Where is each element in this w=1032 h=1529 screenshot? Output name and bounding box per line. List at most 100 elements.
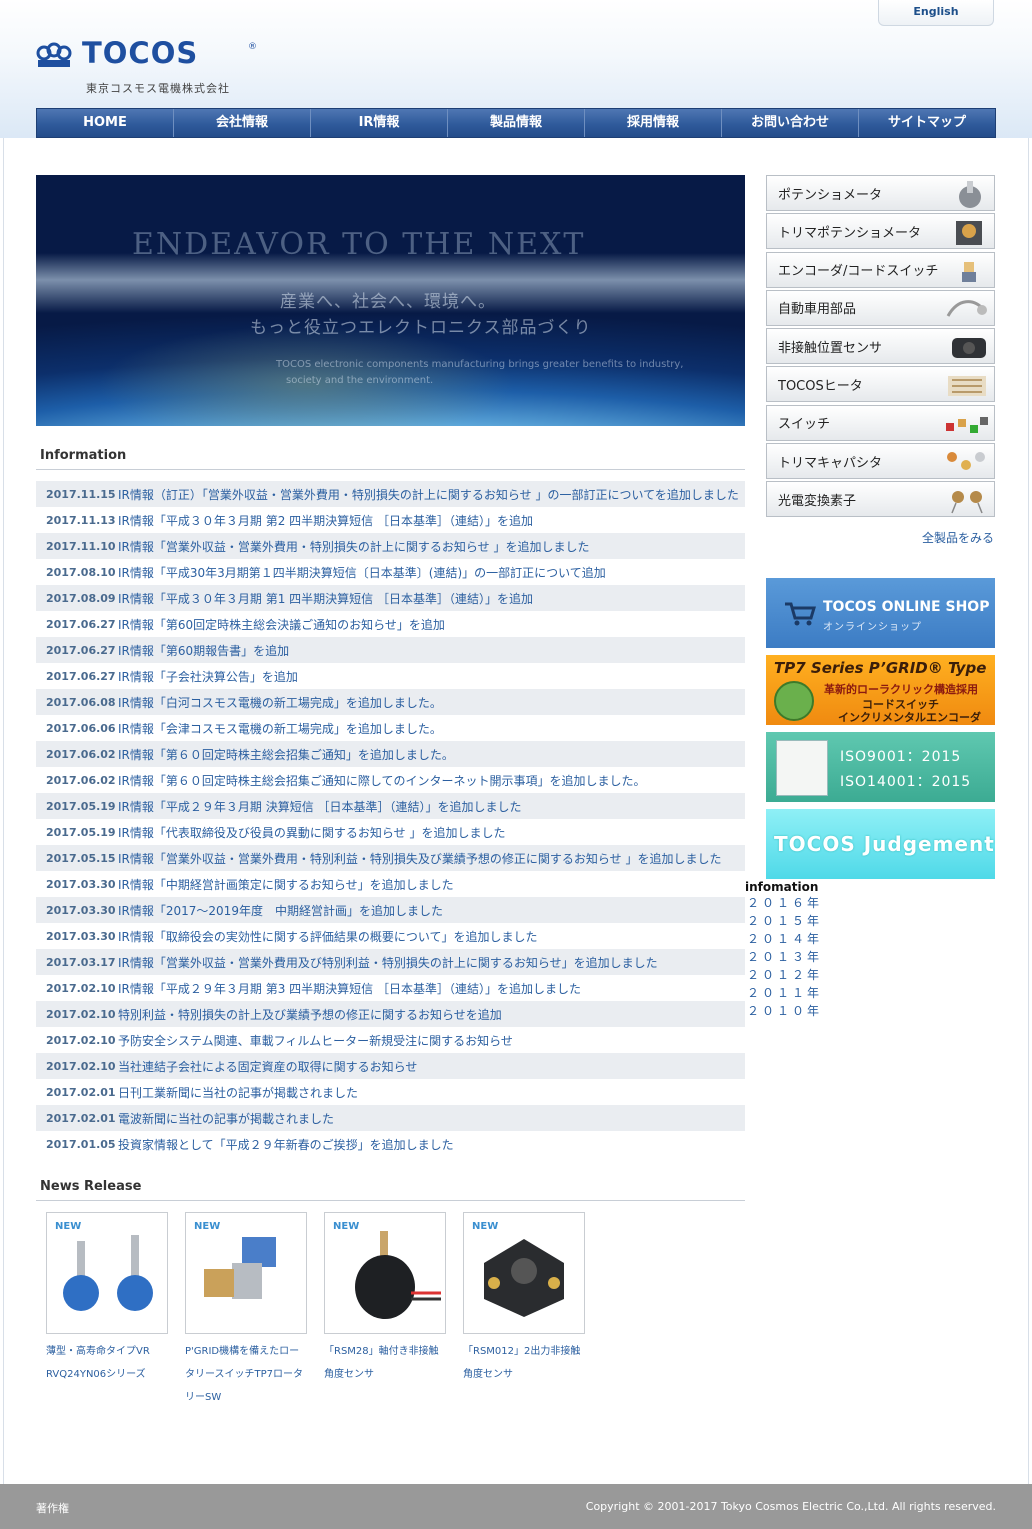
news-caption[interactable]: 「RSM012」2出力非接触 角度センサ bbox=[463, 1340, 585, 1386]
logo-registered-mark: ® bbox=[248, 42, 257, 52]
product-automotive[interactable]: 自動車用部品 bbox=[766, 289, 995, 326]
info-row[interactable]: 2017.05.19 IR情報「平成２９年３月期 決算短信 ［日本基準］（連結）」… bbox=[36, 793, 745, 819]
info-link[interactable]: 電波新聞に当社の記事が掲載されました bbox=[118, 1110, 334, 1127]
info-link[interactable]: IR情報「営業外収益・営業外費用・特別損失の計上に関するお知らせ 」を追加しまし… bbox=[118, 538, 589, 555]
year-link-2012[interactable]: ２０１２年 bbox=[745, 966, 822, 984]
info-link[interactable]: IR情報（訂正）「営業外収益・営業外費用・特別損失の計上に関するお知らせ 」の一… bbox=[118, 486, 739, 503]
info-row[interactable]: 2017.06.02 IR情報「第６０回定時株主総会招集ご通知」を追加しました。 bbox=[36, 741, 745, 767]
news-product-image[interactable]: NEW bbox=[463, 1212, 585, 1334]
copyright-link[interactable]: 著作権 bbox=[36, 1500, 69, 1516]
company-logo[interactable]: TOCOS ® 東京コスモス電機株式会社 bbox=[36, 36, 276, 98]
news-card[interactable]: NEW 薄型・高寿命タイプVR RVQ24YN06シリーズ bbox=[46, 1212, 168, 1409]
product-encoder[interactable]: エンコーダ/コードスイッチ bbox=[766, 251, 995, 288]
product-trimmer-capacitor[interactable]: トリマキャパシタ bbox=[766, 443, 995, 480]
info-link[interactable]: 日刊工業新聞に当社の記事が掲載されました bbox=[118, 1084, 358, 1101]
info-date: 2017.03.30 bbox=[46, 929, 116, 943]
online-shop-banner[interactable]: TOCOS ONLINE SHOP オンラインショップ bbox=[766, 578, 995, 648]
info-row[interactable]: 2017.03.17 IR情報「営業外収益・営業外費用及び特別利益・特別損失の計上… bbox=[36, 949, 745, 975]
info-row[interactable]: 2017.06.06 IR情報「会津コスモス電機の新工場完成」を追加しました。 bbox=[36, 715, 745, 741]
info-link[interactable]: IR情報「白河コスモス電機の新工場完成」を追加しました。 bbox=[118, 694, 442, 711]
info-link[interactable]: IR情報「会津コスモス電機の新工場完成」を追加しました。 bbox=[118, 720, 442, 737]
year-link-2010[interactable]: ２０１０年 bbox=[745, 1002, 822, 1020]
product-potentiometer[interactable]: ポテンショメータ bbox=[766, 175, 995, 211]
year-link-2016[interactable]: ２０１６年 bbox=[745, 894, 822, 912]
info-link[interactable]: IR情報「中期経営計画策定に関するお知らせ」を追加しました bbox=[118, 876, 454, 893]
product-contactless-sensor[interactable]: 非接触位置センサ bbox=[766, 328, 995, 365]
tp7-series-banner[interactable]: TP7 Series P’GRID® Type 革新的ローラクリック構造採用 コ… bbox=[766, 655, 995, 725]
info-link[interactable]: IR情報「2017～2019年度 中期経営計画」を追加しました bbox=[118, 902, 443, 919]
judgement-banner[interactable]: TOCOS Judgement bbox=[766, 809, 995, 879]
info-row[interactable]: 2017.02.10 IR情報「平成２９年３月期 第3 四半期決算短信 ［日本基準… bbox=[36, 975, 745, 1001]
year-link-2011[interactable]: ２０１１年 bbox=[745, 984, 822, 1002]
nav-home[interactable]: HOME bbox=[37, 109, 174, 137]
info-row[interactable]: 2017.06.08 IR情報「白河コスモス電機の新工場完成」を追加しました。 bbox=[36, 689, 745, 715]
info-row[interactable]: 2017.01.05 投資家情報として「平成２９年新春のご挨拶」を追加しました bbox=[36, 1131, 745, 1157]
nav-ir[interactable]: IR情報 bbox=[311, 109, 448, 137]
info-row[interactable]: 2017.03.30 IR情報「取締役会の実効性に関する評価結果の概要について」を… bbox=[36, 923, 745, 949]
news-card[interactable]: NEW P'GRID機構を備えたロー タリースイッチTP7ロータ リーSW bbox=[185, 1212, 307, 1409]
info-link[interactable]: IR情報「第60回定時株主総会決議ご通知のお知らせ」を追加 bbox=[118, 616, 445, 633]
info-link[interactable]: 当社連結子会社による固定資産の取得に関するお知らせ bbox=[118, 1058, 417, 1075]
product-label: トリマキャパシタ bbox=[778, 455, 883, 471]
info-link[interactable]: 予防安全システム関連、車載フィルムヒーター新規受注に関するお知らせ bbox=[118, 1032, 513, 1049]
iso-banner[interactable]: ISO9001：2015 ISO14001：2015 bbox=[766, 732, 995, 802]
year-link-2015[interactable]: ２０１５年 bbox=[745, 912, 822, 930]
news-caption[interactable]: 薄型・高寿命タイプVR RVQ24YN06シリーズ bbox=[46, 1340, 168, 1386]
nav-sitemap[interactable]: サイトマップ bbox=[859, 109, 995, 137]
info-link[interactable]: 特別利益・特別損失の計上及び業績予想の修正に関するお知らせを追加 bbox=[118, 1006, 502, 1023]
news-card[interactable]: NEW 「RSM28」軸付き非接触 角度センサ bbox=[324, 1212, 446, 1409]
news-card[interactable]: NEW 「RSM012」2出力非接触 角度センサ bbox=[463, 1212, 585, 1409]
info-date: 2017.01.05 bbox=[46, 1137, 116, 1151]
info-row[interactable]: 2017.03.30 IR情報「2017～2019年度 中期経営計画」を追加しまし… bbox=[36, 897, 745, 923]
news-product-image[interactable]: NEW bbox=[324, 1212, 446, 1334]
info-link[interactable]: IR情報「平成３０年３月期 第1 四半期決算短信 ［日本基準］（連結）」を追加 bbox=[118, 590, 533, 607]
product-photoelectric[interactable]: 光電変換素子 bbox=[766, 481, 995, 518]
info-row[interactable]: 2017.06.27 IR情報「第60期報告書」を追加 bbox=[36, 637, 745, 663]
info-row[interactable]: 2017.08.09 IR情報「平成３０年３月期 第1 四半期決算短信 ［日本基準… bbox=[36, 585, 745, 611]
product-switch[interactable]: スイッチ bbox=[766, 404, 995, 441]
nav-products[interactable]: 製品情報 bbox=[448, 109, 585, 137]
info-link[interactable]: IR情報「営業外収益・営業外費用及び特別利益・特別損失の計上に関するお知らせ」を… bbox=[118, 954, 658, 971]
info-row[interactable]: 2017.06.27 IR情報「第60回定時株主総会決議ご通知のお知らせ」を追加 bbox=[36, 611, 745, 637]
info-row[interactable]: 2017.11.10 IR情報「営業外収益・営業外費用・特別損失の計上に関するお知… bbox=[36, 533, 745, 559]
info-row[interactable]: 2017.11.13 IR情報「平成３０年３月期 第2 四半期決算短信 ［日本基準… bbox=[36, 507, 745, 533]
info-link[interactable]: IR情報「子会社決算公告」を追加 bbox=[118, 668, 298, 685]
nav-recruit[interactable]: 採用情報 bbox=[585, 109, 722, 137]
year-link-2014[interactable]: ２０１４年 bbox=[745, 930, 822, 948]
info-row[interactable]: 2017.11.15 IR情報（訂正）「営業外収益・営業外費用・特別損失の計上に関… bbox=[36, 481, 745, 507]
info-link[interactable]: IR情報「取締役会の実効性に関する評価結果の概要について」を追加しました bbox=[118, 928, 538, 945]
nav-contact[interactable]: お問い合わせ bbox=[722, 109, 859, 137]
year-link-2013[interactable]: ２０１３年 bbox=[745, 948, 822, 966]
info-row[interactable]: 2017.08.10 IR情報「平成30年3月期第１四半期決算短信〔日本基準〕(連… bbox=[36, 559, 745, 585]
info-link[interactable]: IR情報「第６０回定時株主総会招集ご通知に際してのインターネット開示事項」を追加… bbox=[118, 772, 646, 789]
news-caption[interactable]: 「RSM28」軸付き非接触 角度センサ bbox=[324, 1340, 446, 1386]
info-link[interactable]: IR情報「代表取締役及び役員の異動に関するお知らせ 」を追加しました bbox=[118, 824, 505, 841]
info-link[interactable]: IR情報「平成３０年３月期 第2 四半期決算短信 ［日本基準］（連結）」を追加 bbox=[118, 512, 533, 529]
all-products-link[interactable]: 全製品をみる bbox=[922, 529, 994, 546]
info-row[interactable]: 2017.02.10 特別利益・特別損失の計上及び業績予想の修正に関するお知らせを… bbox=[36, 1001, 745, 1027]
info-link[interactable]: IR情報「営業外収益・営業外費用・特別利益・特別損失及び業績予想の修正に関するお… bbox=[118, 850, 721, 867]
info-row[interactable]: 2017.05.19 IR情報「代表取締役及び役員の異動に関するお知らせ 」を追加… bbox=[36, 819, 745, 845]
info-link[interactable]: IR情報「平成２９年３月期 第3 四半期決算短信 ［日本基準］（連結）」を追加し… bbox=[118, 980, 581, 997]
news-product-image[interactable]: NEW bbox=[185, 1212, 307, 1334]
info-row[interactable]: 2017.03.30 IR情報「中期経営計画策定に関するお知らせ」を追加しました bbox=[36, 871, 745, 897]
news-caption[interactable]: P'GRID機構を備えたロー タリースイッチTP7ロータ リーSW bbox=[185, 1340, 307, 1409]
info-row[interactable]: 2017.06.02 IR情報「第６０回定時株主総会招集ご通知に際してのインターネ… bbox=[36, 767, 745, 793]
info-row[interactable]: 2017.02.10 予防安全システム関連、車載フィルムヒーター新規受注に関するお… bbox=[36, 1027, 745, 1053]
product-trimmer-potentiometer[interactable]: トリマポテンショメータ bbox=[766, 213, 995, 250]
product-heater[interactable]: TOCOSヒータ bbox=[766, 366, 995, 403]
info-row[interactable]: 2017.05.15 IR情報「営業外収益・営業外費用・特別利益・特別損失及び業績… bbox=[36, 845, 745, 871]
info-row[interactable]: 2017.02.01 電波新聞に当社の記事が掲載されました bbox=[36, 1105, 745, 1131]
news-product-image[interactable]: NEW bbox=[46, 1212, 168, 1334]
nav-company[interactable]: 会社情報 bbox=[174, 109, 311, 137]
english-link[interactable]: English bbox=[878, 0, 994, 26]
cosmo-logo-icon bbox=[36, 42, 72, 67]
info-link[interactable]: IR情報「第60期報告書」を追加 bbox=[118, 642, 289, 659]
info-row[interactable]: 2017.02.01 日刊工業新聞に当社の記事が掲載されました bbox=[36, 1079, 745, 1105]
info-link[interactable]: IR情報「平成30年3月期第１四半期決算短信〔日本基準〕(連結)」の一部訂正につ… bbox=[118, 564, 606, 581]
info-link[interactable]: IR情報「平成２９年３月期 決算短信 ［日本基準］（連結）」を追加しました bbox=[118, 798, 522, 815]
info-row[interactable]: 2017.06.27 IR情報「子会社決算公告」を追加 bbox=[36, 663, 745, 689]
info-link[interactable]: 投資家情報として「平成２９年新春のご挨拶」を追加しました bbox=[118, 1136, 454, 1153]
info-link[interactable]: IR情報「第６０回定時株主総会招集ご通知」を追加しました。 bbox=[118, 746, 454, 763]
info-row[interactable]: 2017.02.10 当社連結子会社による固定資産の取得に関するお知らせ bbox=[36, 1053, 745, 1079]
